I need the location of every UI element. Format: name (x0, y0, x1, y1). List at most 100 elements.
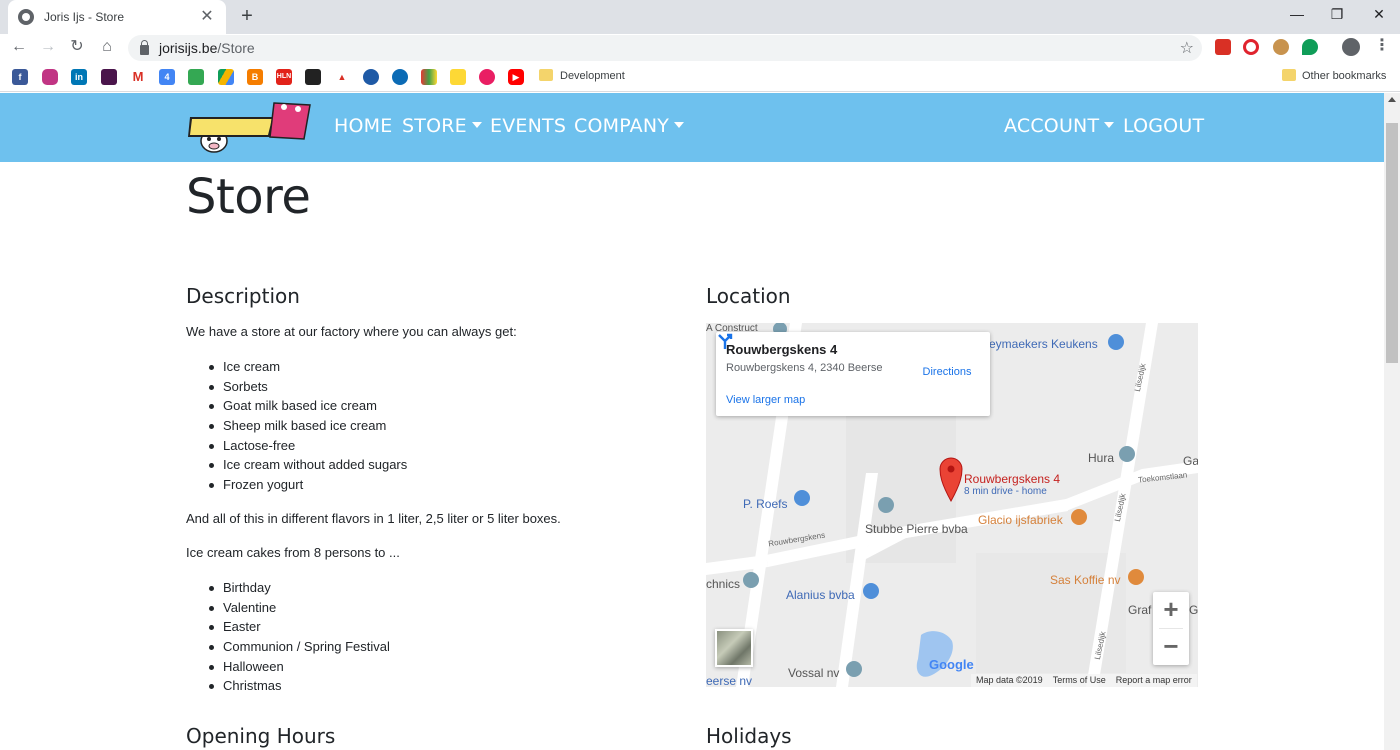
folder-icon (1282, 69, 1296, 81)
map-zoom-control: + − (1153, 592, 1189, 665)
drive-icon[interactable] (218, 69, 234, 85)
list-item: Frozen yogurt (208, 475, 407, 495)
map-poi[interactable]: chnics (706, 577, 740, 591)
linkedin-icon[interactable]: in (71, 69, 87, 85)
map-poi[interactable]: eymaekers Keukens (989, 337, 1098, 351)
view-larger-map-link[interactable]: View larger map (726, 394, 805, 406)
scroll-thumb[interactable] (1386, 123, 1398, 363)
slack-icon[interactable] (101, 69, 117, 85)
cookie-icon[interactable] (1273, 39, 1289, 55)
address-bar[interactable]: jorisijs.be/Store ☆ (128, 35, 1202, 61)
map-poi[interactable]: P. Roefs (743, 497, 787, 511)
bookmarks-bar: f in M 4 B HLN ▲ ▶ Development Other boo… (0, 62, 1400, 92)
youtube-icon[interactable]: ▶ (508, 69, 524, 85)
forward-arrow-icon[interactable]: → (37, 36, 59, 58)
map-poi[interactable]: Alanius bvba (786, 588, 855, 602)
hln-icon[interactable]: HLN (276, 69, 292, 85)
tab-close-icon[interactable]: ✕ (198, 8, 216, 26)
restore-button[interactable]: ❐ (1327, 4, 1347, 24)
minimize-button[interactable]: — (1287, 4, 1307, 24)
map-poi[interactable]: eerse nv (706, 674, 752, 687)
browser-menu-icon[interactable]: ⋮ (1374, 37, 1390, 55)
browser-tab[interactable]: Joris Ijs - Store ✕ (8, 0, 226, 34)
avatar[interactable] (1342, 38, 1360, 56)
nav-logout[interactable]: LOGOUT (1123, 115, 1204, 137)
back-arrow-icon[interactable]: ← (8, 36, 30, 58)
list-item: Birthday (209, 578, 390, 598)
ship-icon[interactable] (363, 69, 379, 85)
map-poi[interactable]: Hura (1088, 451, 1114, 465)
map-poi[interactable]: Ga (1183, 454, 1198, 468)
map-poi[interactable]: Gr (1189, 603, 1198, 617)
music-icon[interactable] (479, 69, 495, 85)
map-poi[interactable]: Sas Koffie nv (1050, 573, 1121, 587)
nav-store-label: STORE (402, 115, 467, 137)
bookmark-folder-development[interactable]: Development (560, 70, 625, 82)
list-item: Valentine (209, 598, 390, 618)
directions-icon[interactable] (716, 332, 734, 350)
maps-icon[interactable] (188, 69, 204, 85)
zoom-out-button[interactable]: − (1153, 629, 1189, 665)
nav-company[interactable]: COMPANY (574, 115, 685, 137)
nav-company-label: COMPANY (574, 115, 670, 137)
nav-events[interactable]: EVENTS (490, 115, 566, 137)
list-item: Communion / Spring Festival (209, 637, 390, 657)
bookmark-icon[interactable] (305, 69, 321, 85)
home-icon[interactable]: ⌂ (96, 36, 118, 58)
extension-green-icon[interactable] (1302, 39, 1318, 55)
zoom-in-button[interactable]: + (1153, 592, 1189, 628)
report-error-link[interactable]: Report a map error (1116, 674, 1192, 687)
page-scrollbar[interactable] (1384, 93, 1400, 750)
joris-ijs-logo[interactable] (186, 99, 312, 157)
scroll-up-arrow-icon[interactable] (1388, 97, 1396, 102)
runner-icon[interactable]: ▲ (334, 69, 350, 85)
map-place-card: Rouwbergskens 4 Rouwbergskens 4, 2340 Be… (716, 332, 990, 416)
circle-icon[interactable] (392, 69, 408, 85)
gmail-icon[interactable]: M (130, 69, 146, 85)
colors-icon[interactable] (421, 69, 437, 85)
bookmark-star-icon[interactable]: ☆ (1180, 38, 1194, 58)
opera-icon[interactable] (1243, 39, 1259, 55)
yellow-app-icon[interactable] (450, 69, 466, 85)
list-item: Christmas (209, 676, 390, 696)
directions-link[interactable]: Directions (922, 366, 972, 378)
map-footer: Map data ©2019 Terms of Use Report a map… (971, 674, 1197, 687)
map-pin-sublabel: 8 min drive - home (964, 486, 1047, 497)
google-map[interactable]: Rouwbergskens Toekomstlaan Lilsedijk Lil… (706, 323, 1198, 687)
description-intro: We have a store at our factory where you… (186, 324, 517, 339)
list-item: Ice cream (208, 357, 407, 377)
instagram-icon[interactable] (42, 69, 58, 85)
map-pin-label[interactable]: Rouwbergskens 4 (964, 472, 1060, 486)
map-poi[interactable]: Glacio ijsfabriek (978, 513, 1063, 527)
reload-icon[interactable]: ↻ (66, 36, 88, 58)
nav-home[interactable]: HOME (334, 115, 392, 137)
cakes-intro: Ice cream cakes from 8 persons to ... (186, 545, 400, 560)
nav-account[interactable]: ACCOUNT (1004, 115, 1115, 137)
calendar-icon[interactable]: 4 (159, 69, 175, 85)
nav-store[interactable]: STORE (402, 115, 482, 137)
terms-link[interactable]: Terms of Use (1053, 674, 1106, 687)
nav-account-label: ACCOUNT (1004, 115, 1100, 137)
list-item: Lactose-free (208, 436, 407, 456)
new-tab-button[interactable]: + (236, 6, 258, 28)
extension-mail-icon[interactable] (1215, 39, 1231, 55)
place-name: Rouwbergskens 4 (726, 342, 838, 357)
close-window-button[interactable]: ✕ (1369, 4, 1389, 24)
map-poi[interactable]: Graf (1128, 603, 1151, 617)
list-item: Sheep milk based ice cream (208, 416, 407, 436)
description-heading: Description (186, 284, 300, 308)
map-poi[interactable]: Vossal nv (788, 666, 839, 680)
list-item: Halloween (209, 657, 390, 677)
url-path: /Store (217, 40, 255, 56)
map-data-credit: Map data ©2019 (976, 675, 1043, 685)
lock-icon (140, 39, 149, 55)
list-item: Sorbets (208, 377, 407, 397)
bookmark-folder-other[interactable]: Other bookmarks (1302, 70, 1386, 82)
site-navbar: HOME STORE EVENTS COMPANY ACCOUNT LOGOUT (0, 93, 1384, 162)
map-poi[interactable]: Stubbe Pierre bvba (865, 522, 968, 536)
facebook-icon[interactable]: f (12, 69, 28, 85)
blogger-icon[interactable]: B (247, 69, 263, 85)
satellite-toggle[interactable] (715, 629, 753, 667)
folder-icon (539, 69, 553, 81)
product-list: Ice cream Sorbets Goat milk based ice cr… (208, 357, 407, 495)
